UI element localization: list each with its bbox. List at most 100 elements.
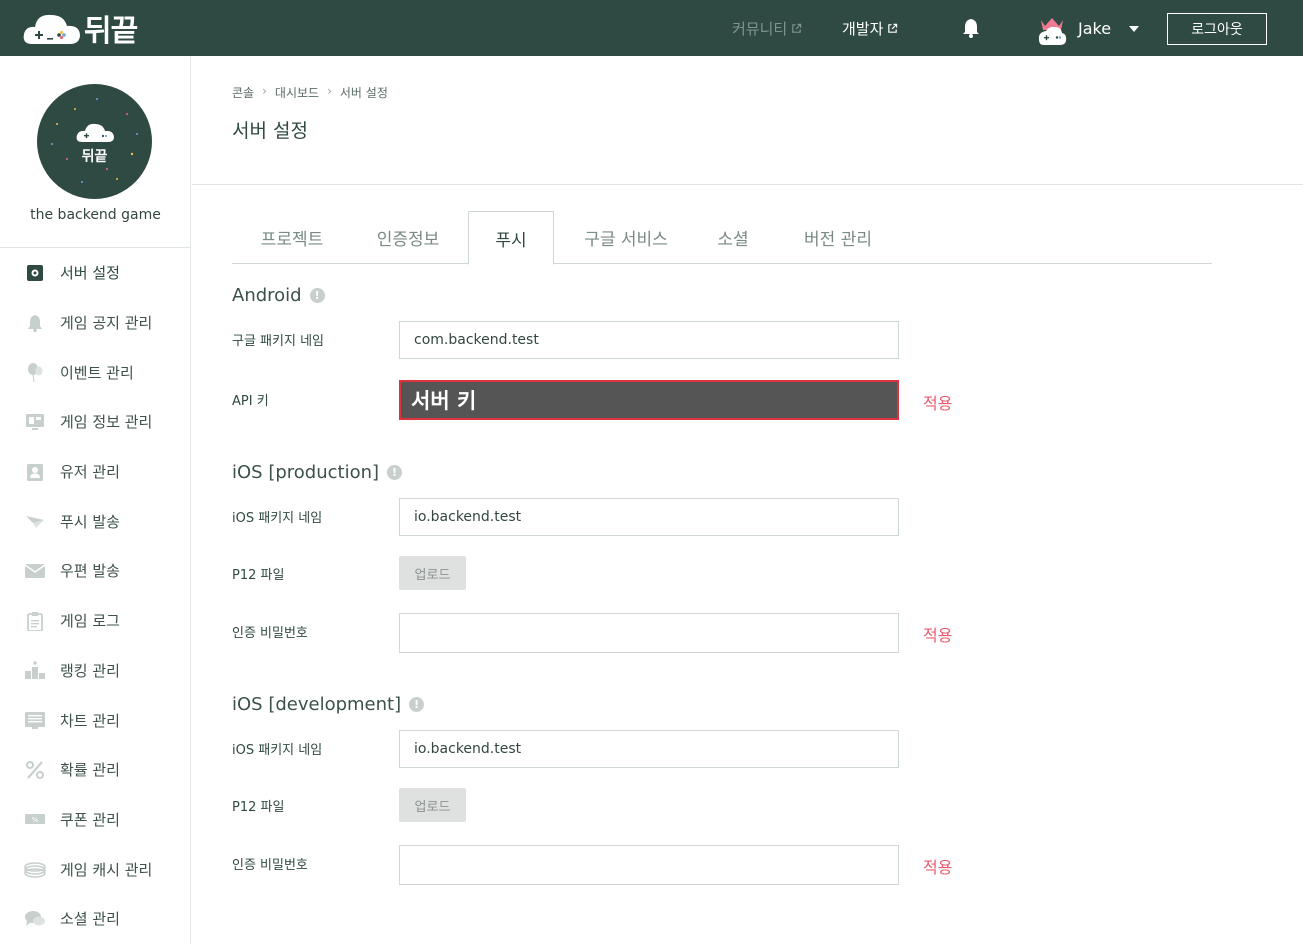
balloon-icon [24,361,46,383]
sidebar-item-events[interactable]: 이벤트 관리 [0,347,191,397]
sidebar-item-coupons[interactable]: % 쿠폰 관리 [0,795,191,845]
sidebar-item-label: 확률 관리 [60,761,120,780]
sidebar-item-label: 서버 설정 [60,264,120,283]
sidebar-item-label: 랭킹 관리 [60,661,120,680]
bell-icon [24,312,46,334]
breadcrumb-separator-icon: › [327,84,332,98]
notification-bell-icon[interactable] [960,17,982,39]
project-avatar: 뒤끝 [37,84,152,199]
ios-development-password-label: 인증 비밀번호 [232,858,308,873]
ios-production-upload-button[interactable]: 업로드 [399,556,466,590]
monitor-icon [24,411,46,433]
android-package-input[interactable]: com.backend.test [399,321,899,359]
ios-development-apply-button[interactable]: 적용 [923,854,952,878]
sidebar-item-push[interactable]: 푸시 발송 [0,496,191,546]
developer-link[interactable]: 개발자 [842,18,898,39]
sidebar-item-game-info[interactable]: 게임 정보 관리 [0,397,191,447]
api-key-input[interactable]: 서버 키 [399,380,899,420]
sidebar-item-label: 게임 정보 관리 [60,413,153,432]
android-section-title: Android ! [232,285,325,306]
top-navigation-bar: 뒤끝 커뮤니티 개발자 Jake 로그아웃 [0,0,1303,56]
sidebar-item-ranking[interactable]: 랭킹 관리 [0,646,191,696]
chart-sheet-icon [24,709,46,731]
chat-bubbles-icon [24,908,46,930]
clipboard-icon [24,610,46,632]
sidebar: 뒤끝 the backend game 서버 설정 게임 공지 관리 이벤트 관… [0,56,191,944]
sidebar-item-charts[interactable]: 차트 관리 [0,695,191,745]
ios-development-upload-button[interactable]: 업로드 [399,788,466,822]
project-avatar-text: 뒤끝 [81,149,108,165]
sidebar-item-mail[interactable]: 우편 발송 [0,546,191,596]
brand-logo[interactable]: 뒤끝 [22,8,138,49]
info-icon[interactable]: ! [387,465,403,480]
sidebar-item-server-settings[interactable]: 서버 설정 [0,248,191,298]
podium-icon [24,659,46,681]
ios-development-package-input[interactable]: io.backend.test [399,730,899,768]
ios-development-p12-label: P12 파일 [232,800,285,815]
tab-project[interactable]: 프로젝트 [242,211,342,264]
sidebar-item-label: 게임 공지 관리 [60,314,153,333]
sidebar-item-game-log[interactable]: 게임 로그 [0,596,191,646]
external-link-icon [792,23,802,33]
cash-icon [24,858,46,880]
tab-auth-info[interactable]: 인증정보 [358,211,458,264]
cloud-logo-icon [22,8,82,48]
tab-push[interactable]: 푸시 [468,211,554,265]
tab-version-management[interactable]: 버전 관리 [786,211,890,264]
sidebar-item-label: 우편 발송 [60,562,120,581]
sidebar-item-label: 푸시 발송 [60,512,120,531]
sidebar-item-label: 소셜 관리 [60,910,120,929]
breadcrumb-item-dashboard[interactable]: 대시보드 [275,84,319,101]
main-content: 콘솔 › 대시보드 › 서버 설정 서버 설정 프로젝트 인증정보 푸시 구글 … [192,56,1303,944]
coupon-icon: % [24,808,46,830]
sidebar-item-label: 게임 로그 [60,612,120,631]
sidebar-item-users[interactable]: 유저 관리 [0,447,191,497]
info-icon[interactable]: ! [409,697,425,712]
chevron-down-icon[interactable] [1129,26,1139,32]
ios-production-p12-label: P12 파일 [232,568,285,583]
sidebar-item-label: 차트 관리 [60,711,120,730]
ios-production-password-label: 인증 비밀번호 [232,626,308,641]
user-card-icon [24,461,46,483]
sidebar-item-social[interactable]: 소셜 관리 [0,894,191,944]
sidebar-item-game-notice[interactable]: 게임 공지 관리 [0,298,191,348]
community-label: 커뮤니티 [732,20,788,38]
ios-production-package-label: iOS 패키지 네임 [232,511,323,526]
percent-icon [24,759,46,781]
android-apply-button[interactable]: 적용 [923,390,952,414]
api-key-label: API 키 [232,394,269,409]
paper-plane-icon [24,510,46,532]
svg-text:%: % [32,816,39,824]
breadcrumb-item-console[interactable]: 콘솔 [232,84,254,101]
community-link[interactable]: 커뮤니티 [732,18,802,39]
sidebar-item-game-cash[interactable]: 게임 캐시 관리 [0,844,191,894]
envelope-icon [24,560,46,582]
logout-button[interactable]: 로그아웃 [1167,13,1267,45]
breadcrumb-item-current: 서버 설정 [339,86,388,100]
sidebar-item-label: 이벤트 관리 [60,363,134,382]
sidebar-item-probability[interactable]: 확률 관리 [0,745,191,795]
header-divider [192,184,1303,185]
external-link-icon [888,23,898,33]
android-package-label: 구글 패키지 네임 [232,334,324,349]
ios-production-password-input[interactable] [399,613,899,653]
ios-production-package-input[interactable]: io.backend.test [399,498,899,536]
developer-label: 개발자 [842,20,884,38]
sidebar-menu: 서버 설정 게임 공지 관리 이벤트 관리 게임 정보 관리 유저 관리 푸시 … [0,248,191,944]
gear-icon [24,262,46,284]
tab-google-services[interactable]: 구글 서비스 [566,211,686,264]
ios-development-package-label: iOS 패키지 네임 [232,743,323,758]
ios-production-title: iOS [production] [232,462,380,483]
settings-tabs: 프로젝트 인증정보 푸시 구글 서비스 소셜 버전 관리 [232,211,1212,265]
android-title: Android [232,285,302,306]
ios-production-section-title: iOS [production] ! [232,462,403,483]
sidebar-item-label: 쿠폰 관리 [60,810,120,829]
ios-development-title: iOS [development] [232,694,402,715]
info-icon[interactable]: ! [309,288,325,303]
sidebar-item-label: 유저 관리 [60,463,120,482]
ios-production-apply-button[interactable]: 적용 [923,622,952,646]
ios-development-password-input[interactable] [399,845,899,885]
tab-social[interactable]: 소셜 [698,211,768,264]
user-avatar[interactable] [1037,14,1067,46]
breadcrumb-separator-icon: › [262,84,267,98]
